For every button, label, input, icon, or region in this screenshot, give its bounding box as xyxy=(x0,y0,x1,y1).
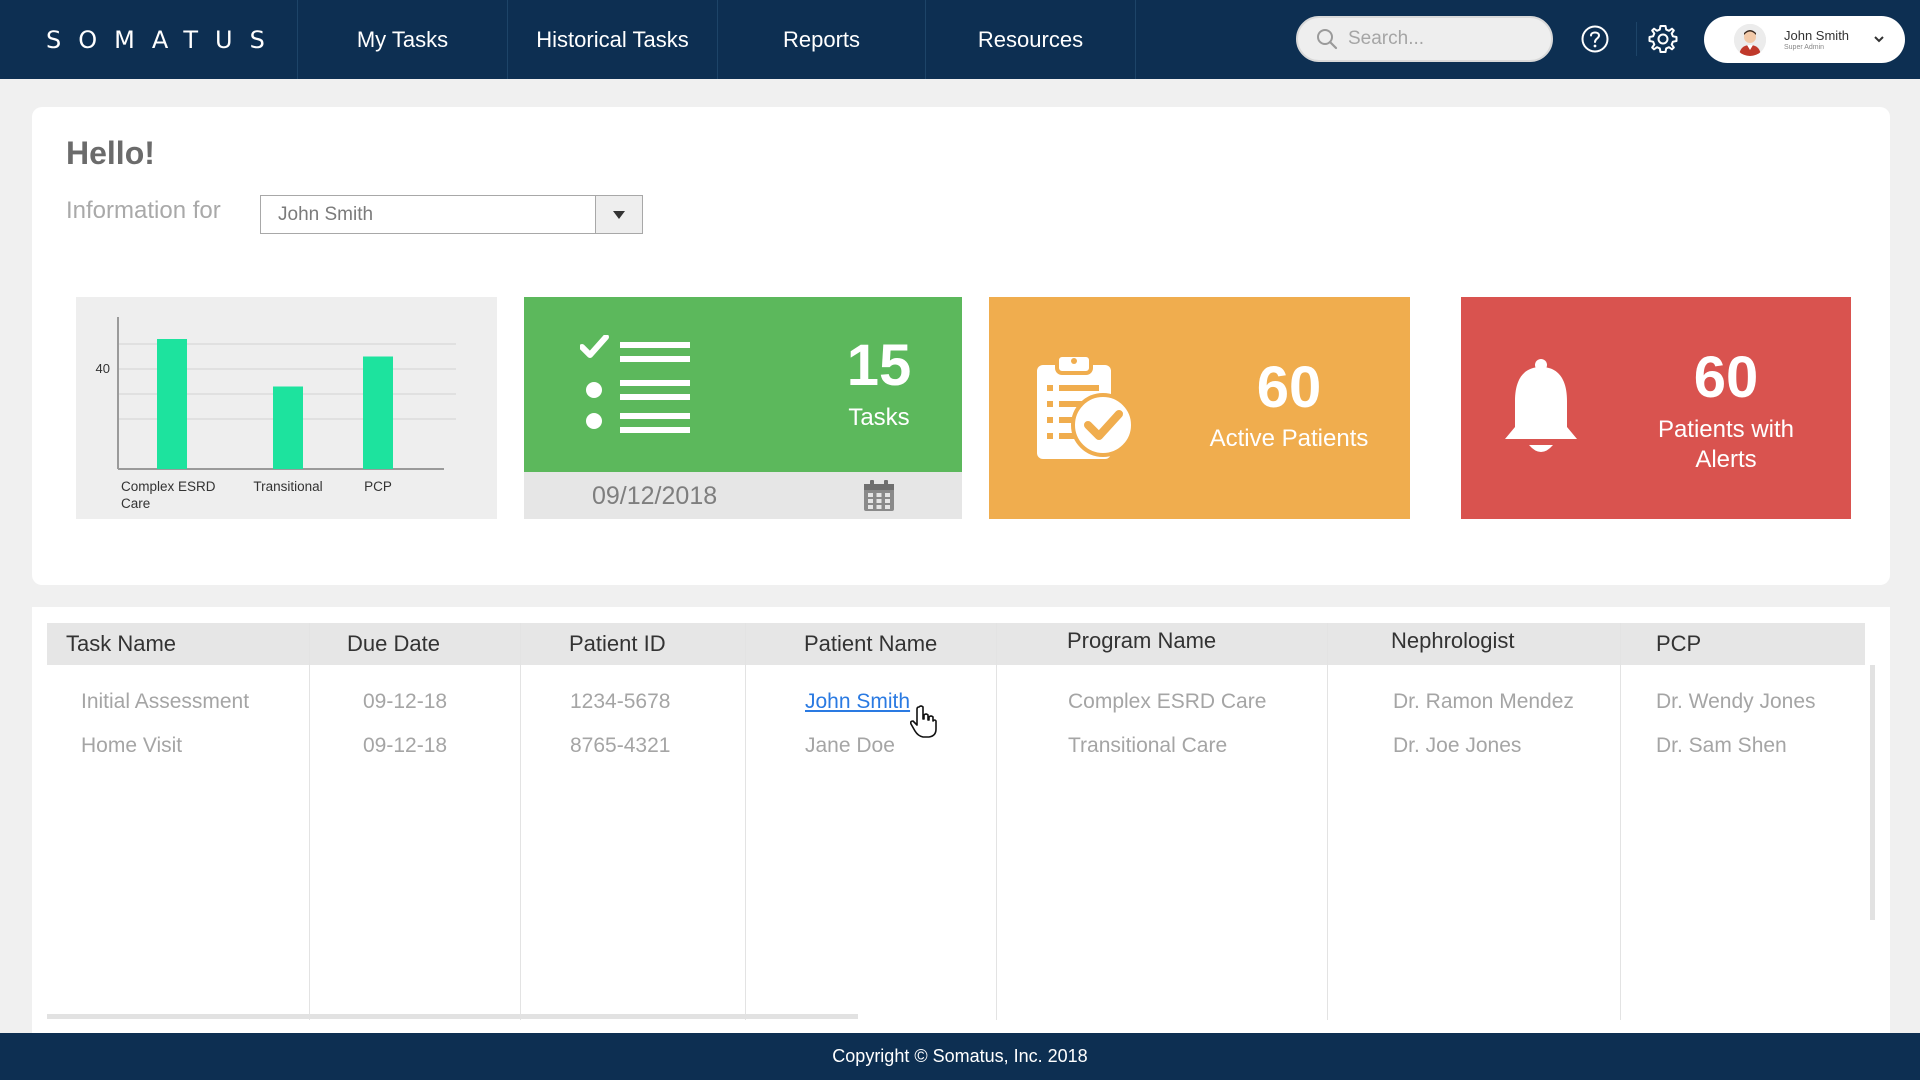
footer: Copyright © Somatus, Inc. 2018 xyxy=(0,1033,1920,1080)
patient-alerts-tile[interactable]: 60 Patients with Alerts xyxy=(1461,297,1851,519)
bell-icon xyxy=(1505,359,1577,452)
cell-patient-name: Jane Doe xyxy=(805,734,895,757)
column-header-pcp[interactable]: PCP xyxy=(1656,623,1701,665)
greeting-heading: Hello! xyxy=(66,135,155,171)
cell-task-name: Initial Assessment xyxy=(81,690,250,713)
chart-bar xyxy=(273,386,303,469)
patient-name-link[interactable]: John Smith xyxy=(805,690,910,714)
bar-chart-svg: 40 Complex ESRD Care Transitional PCP xyxy=(96,317,456,511)
somatus-logo[interactable]: SOMATUS xyxy=(0,0,298,79)
nav-historical-tasks[interactable]: Historical Tasks xyxy=(508,0,718,79)
column-header-program-name[interactable]: Program Name xyxy=(1067,620,1216,662)
column-divider xyxy=(745,623,746,1020)
chart-bar xyxy=(157,339,187,469)
information-for-label: Information for xyxy=(66,197,221,224)
column-header-patient-id[interactable]: Patient ID xyxy=(569,623,666,665)
cell-nephrologist: Dr. Joe Jones xyxy=(1393,734,1522,757)
calendar-icon[interactable] xyxy=(862,479,896,513)
nav-my-tasks[interactable]: My Tasks xyxy=(298,0,508,79)
column-divider xyxy=(1620,623,1621,1020)
column-divider xyxy=(1327,623,1328,1020)
column-divider xyxy=(996,623,997,1020)
gear-icon xyxy=(1648,25,1677,53)
cell-due-date: 09-12-18 xyxy=(363,734,448,757)
cell-nephrologist: Dr. Ramon Mendez xyxy=(1393,690,1574,713)
user-name: John Smith xyxy=(1784,27,1850,43)
chart-y-tick-label: 40 xyxy=(96,361,110,376)
cell-task-name: Home Visit xyxy=(81,734,183,757)
alerts-label: Patients with Alerts xyxy=(1631,415,1821,475)
search-input[interactable] xyxy=(1348,28,1528,50)
chevron-down-icon xyxy=(1874,36,1884,43)
cell-pcp: Dr. Wendy Jones xyxy=(1656,690,1816,713)
triangle-down-icon xyxy=(613,210,625,219)
select-arrow-button[interactable] xyxy=(595,196,642,233)
user-role: Super Admin xyxy=(1784,43,1825,51)
tasks-count: 15 xyxy=(846,333,912,398)
help-button[interactable] xyxy=(1578,22,1612,56)
chart-bar xyxy=(363,356,393,469)
chart-x-tick-label: PCP xyxy=(364,479,392,494)
alerts-label-line-1: Patients with xyxy=(1657,416,1795,443)
horizontal-scrollbar[interactable] xyxy=(47,1014,858,1019)
search-icon xyxy=(1317,29,1338,50)
column-divider xyxy=(309,623,310,1020)
column-header-nephrologist[interactable]: Nephrologist xyxy=(1391,620,1515,662)
program-bar-chart: 40 Complex ESRD Care Transitional PCP xyxy=(76,297,497,519)
nav-reports[interactable]: Reports xyxy=(718,0,926,79)
column-divider xyxy=(520,623,521,1020)
dashboard-summary-card: Hello! Information for John Smith 40 Comp… xyxy=(32,107,1890,585)
alerts-count: 60 xyxy=(1693,345,1759,410)
selected-user-value: John Smith xyxy=(278,203,374,225)
nav-resources[interactable]: Resources xyxy=(926,0,1136,79)
avatar xyxy=(1734,23,1766,56)
table-header-row: Task Name Due Date Patient ID Patient Na… xyxy=(47,623,1865,665)
help-icon xyxy=(1581,25,1609,53)
chart-x-tick-label: Complex ESRD Care xyxy=(121,479,216,511)
cell-pcp: Dr. Sam Shen xyxy=(1656,734,1787,757)
column-header-due-date[interactable]: Due Date xyxy=(347,623,440,665)
tasks-label: Tasks xyxy=(848,404,910,431)
tasks-tile[interactable]: 15 Tasks 09/12/2018 xyxy=(524,297,962,519)
cell-due-date: 09-12-18 xyxy=(363,690,448,713)
tasks-date: 09/12/2018 xyxy=(592,482,718,510)
settings-button[interactable] xyxy=(1636,22,1684,56)
user-menu[interactable]: John Smith Super Admin xyxy=(1704,16,1905,63)
cell-program-name: Complex ESRD Care xyxy=(1068,690,1267,713)
top-nav: SOMATUS My Tasks Historical Tasks Report… xyxy=(0,0,1920,79)
active-patients-count: 60 xyxy=(1256,355,1322,420)
hand-cursor-icon xyxy=(910,705,937,738)
active-patients-tile[interactable]: 60 Active Patients xyxy=(989,297,1410,519)
task-list-icon xyxy=(580,335,690,433)
column-header-patient-name[interactable]: Patient Name xyxy=(804,623,937,665)
cell-program-name: Transitional Care xyxy=(1068,734,1228,757)
active-patients-label: Active Patients xyxy=(1209,425,1369,452)
copyright-text: Copyright © Somatus, Inc. 2018 xyxy=(832,1046,1088,1066)
vertical-scrollbar[interactable] xyxy=(1870,665,1875,920)
alerts-label-line-2: Alerts xyxy=(1695,446,1757,473)
search-box[interactable] xyxy=(1296,16,1553,62)
column-header-task-name[interactable]: Task Name xyxy=(66,623,176,665)
user-avatar-icon xyxy=(1734,23,1766,56)
information-for-select[interactable]: John Smith xyxy=(260,195,643,234)
cell-patient-id: 8765-4321 xyxy=(570,734,671,757)
cell-patient-id: 1234-5678 xyxy=(570,690,671,713)
clipboard-check-icon xyxy=(1037,353,1135,459)
tasks-table-card: Task Name Due Date Patient ID Patient Na… xyxy=(32,607,1890,1033)
chart-x-tick-label: Transitional xyxy=(253,479,322,494)
